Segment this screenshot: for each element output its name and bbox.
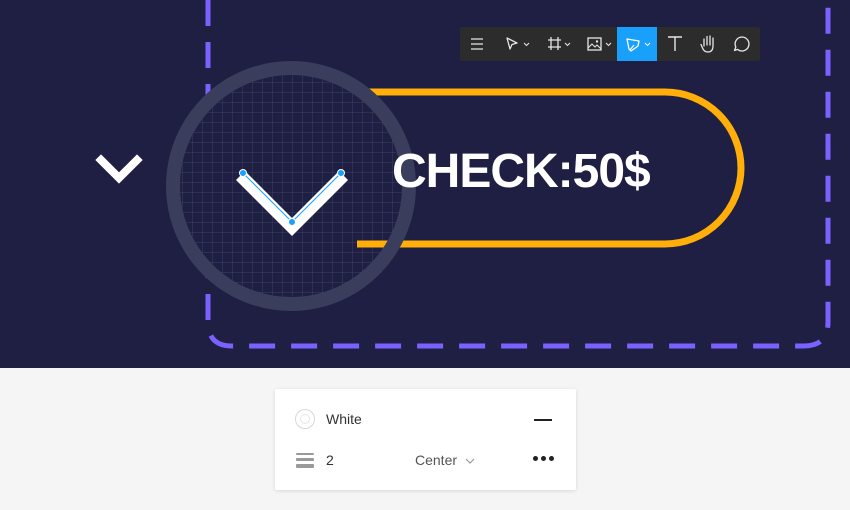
stroke-color-swatch[interactable] — [295, 409, 315, 429]
design-canvas[interactable]: CHECK:50$ — [0, 0, 850, 368]
chevron-down-icon — [95, 154, 143, 184]
more-options-button[interactable] — [533, 456, 555, 462]
move-tool-icon — [506, 37, 530, 50]
stroke-align-value: Center — [415, 452, 458, 468]
menu-button[interactable] — [466, 27, 488, 61]
anchor-point — [239, 169, 247, 177]
comment-tool-icon — [733, 36, 750, 52]
floating-toolbar — [460, 27, 760, 61]
hand-tool-button[interactable] — [696, 27, 722, 61]
stroke-weight-input[interactable]: 2 — [326, 451, 334, 469]
frame-tool-icon — [548, 37, 571, 50]
move-tool-button[interactable] — [500, 27, 536, 61]
remove-stroke-button[interactable] — [534, 419, 552, 421]
comment-tool-button[interactable] — [730, 27, 754, 61]
frame-tool-button[interactable] — [540, 27, 576, 61]
chevron-down-icon — [465, 458, 475, 465]
pen-tool-button[interactable] — [617, 27, 657, 61]
image-tool-icon — [587, 37, 612, 51]
pen-tool-icon — [626, 38, 651, 52]
stroke-color-name[interactable]: White — [326, 410, 362, 428]
menu-icon — [471, 38, 483, 50]
stroke-panel — [275, 389, 576, 490]
anchor-point — [288, 218, 296, 226]
pill-button-label: CHECK:50$ — [392, 145, 651, 198]
text-tool-button[interactable] — [663, 27, 687, 61]
stroke-align-select[interactable]: Center — [415, 451, 475, 469]
stroke-weight-icon — [296, 451, 314, 469]
text-tool-icon — [668, 36, 682, 51]
magnifier-lens — [166, 61, 416, 311]
hand-tool-icon — [700, 35, 714, 53]
image-tool-button[interactable] — [581, 27, 617, 61]
anchor-point — [337, 169, 345, 177]
